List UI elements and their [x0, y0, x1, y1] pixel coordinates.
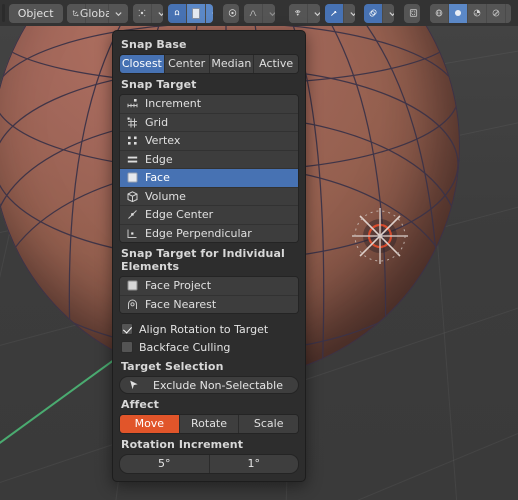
chevron-down-icon[interactable] — [109, 3, 129, 23]
snap-grid-icon — [125, 115, 139, 129]
falloff-smooth-icon[interactable] — [244, 3, 264, 23]
gizmo-icon[interactable] — [324, 3, 344, 23]
snap-target-item-label: Edge Center — [145, 208, 214, 222]
snap-base-option-center[interactable]: Center — [164, 55, 210, 73]
header-left-edge — [2, 4, 5, 22]
shading-solid-icon[interactable] — [449, 3, 469, 23]
shading-material-icon[interactable] — [468, 3, 488, 23]
xray-group[interactable] — [404, 3, 421, 23]
snap-options-checkboxes: Align Rotation to Target Backface Cullin… — [119, 320, 299, 356]
snap-target-item-label: Edge Perpendicular — [145, 226, 252, 240]
affect-label: Affect — [121, 398, 159, 411]
snap-target-item-edge-center[interactable]: Edge Center — [120, 206, 298, 225]
snap-target-item-vertex[interactable]: Vertex — [120, 132, 298, 151]
snap-individual-item-face-project[interactable]: Face Project — [120, 277, 298, 296]
snap-target-item-face[interactable]: Face — [120, 169, 298, 188]
snap-individual-item-face-nearest[interactable]: Face Nearest — [120, 295, 298, 313]
target-selection-label: Target Selection — [121, 360, 224, 373]
affect-options[interactable]: Move Rotate Scale — [119, 414, 299, 434]
visibility-group[interactable] — [289, 3, 320, 23]
proportional-falloff-group[interactable] — [244, 3, 275, 23]
snap-base-option-median[interactable]: Median — [209, 55, 255, 73]
proportional-edit-icon[interactable] — [222, 3, 240, 23]
overlays-group[interactable] — [364, 3, 395, 23]
snap-increment-icon — [125, 97, 139, 111]
affect-option-move[interactable]: Move — [120, 415, 180, 433]
snap-volume-icon — [125, 189, 139, 203]
checkbox-label: Backface Culling — [139, 340, 231, 354]
snap-target-list[interactable]: Increment Grid Vertex Edge Face Volume E… — [119, 94, 299, 243]
rotation-increment-label: Rotation Increment — [121, 438, 244, 451]
snap-target-item-grid[interactable]: Grid — [120, 113, 298, 132]
snap-base-option-active[interactable]: Active — [254, 55, 298, 73]
snap-edge-icon — [125, 152, 139, 166]
snap-base-options[interactable]: Closest Center Median Active — [119, 54, 299, 74]
pivot-point-group[interactable] — [133, 3, 164, 23]
chevron-down-icon[interactable] — [506, 3, 511, 23]
snap-target-item-label: Grid — [145, 115, 169, 129]
snap-face-icon[interactable] — [187, 3, 207, 23]
snap-settings-popover[interactable]: Snap Base Closest Center Median Active S… — [112, 30, 306, 482]
blender-window: Object Global Snap Base Closest Center M… — [0, 0, 518, 500]
target-selection-dropdown[interactable]: Exclude Non-Selectable — [119, 376, 299, 394]
snap-individual-item-label: Face Nearest — [145, 297, 217, 311]
snap-face-nearest-icon — [125, 297, 139, 311]
snap-individual-list[interactable]: Face Project Face Nearest — [119, 276, 299, 314]
shading-rendered-icon[interactable] — [487, 3, 507, 23]
rotation-increment-fine[interactable]: 1° — [210, 455, 299, 473]
backface-culling-checkbox[interactable] — [121, 341, 133, 353]
snap-face-project-icon — [125, 279, 139, 293]
chevron-down-icon[interactable] — [308, 3, 320, 23]
transform-orientation-group[interactable]: Global — [67, 3, 129, 23]
magnet-icon[interactable] — [168, 3, 188, 23]
pivot-center-icon[interactable] — [133, 3, 153, 23]
snap-edge-center-icon — [125, 208, 139, 222]
rotation-increment-coarse[interactable]: 5° — [120, 455, 210, 473]
snap-target-item-edge-perpendicular[interactable]: Edge Perpendicular — [120, 224, 298, 242]
chevron-down-icon[interactable] — [383, 3, 395, 23]
affect-option-rotate[interactable]: Rotate — [179, 415, 240, 433]
snap-target-item-label: Face — [145, 171, 170, 185]
snap-base-option-closest[interactable]: Closest — [120, 55, 165, 73]
snap-target-item-label: Increment — [145, 97, 202, 111]
rotation-increment-fields[interactable]: 5° 1° — [119, 454, 299, 474]
gizmo-group[interactable] — [324, 3, 355, 23]
visibility-eye-icon[interactable] — [289, 3, 309, 23]
checkbox-row-backface-culling[interactable]: Backface Culling — [121, 338, 299, 356]
snap-vertex-icon — [125, 134, 139, 148]
xray-toggle-icon[interactable] — [404, 3, 421, 23]
snap-individual-item-label: Face Project — [145, 279, 212, 293]
snap-group[interactable] — [168, 3, 214, 23]
snap-base-label: Snap Base — [121, 38, 187, 51]
overlays-icon[interactable] — [364, 3, 384, 23]
chevron-down-icon[interactable] — [343, 3, 355, 23]
checkbox-label: Align Rotation to Target — [139, 322, 269, 336]
snap-target-item-increment[interactable]: Increment — [120, 95, 298, 114]
snap-face-icon — [125, 171, 139, 185]
snap-target-item-label: Edge — [145, 152, 173, 166]
chevron-down-icon[interactable] — [263, 3, 275, 23]
snap-target-item-label: Vertex — [145, 134, 181, 148]
proportional-editing-group[interactable] — [222, 3, 240, 23]
affect-option-scale[interactable]: Scale — [239, 415, 298, 433]
snap-target-item-volume[interactable]: Volume — [120, 187, 298, 206]
snap-indicator-icon — [350, 206, 410, 266]
chevron-down-icon[interactable] — [206, 3, 214, 23]
snap-individual-label: Snap Target for Individual Elements — [121, 247, 285, 273]
align-rotation-checkbox[interactable] — [121, 323, 133, 335]
cursor-arrow-icon — [128, 379, 140, 391]
snap-target-label: Snap Target — [121, 78, 197, 91]
snap-target-item-label: Volume — [145, 189, 186, 203]
viewport-header: Object Global — [0, 0, 518, 26]
checkbox-row-align-rotation[interactable]: Align Rotation to Target — [121, 320, 299, 338]
chevron-down-icon[interactable] — [152, 3, 164, 23]
shading-mode-group[interactable] — [430, 3, 511, 23]
orientation-value[interactable]: Global — [80, 3, 115, 23]
snap-target-item-edge[interactable]: Edge — [120, 150, 298, 169]
shading-wireframe-icon[interactable] — [430, 3, 450, 23]
mode-selector-button[interactable]: Object — [8, 3, 63, 23]
target-selection-value: Exclude Non-Selectable — [153, 378, 283, 392]
snap-edge-perpendicular-icon — [125, 226, 139, 240]
